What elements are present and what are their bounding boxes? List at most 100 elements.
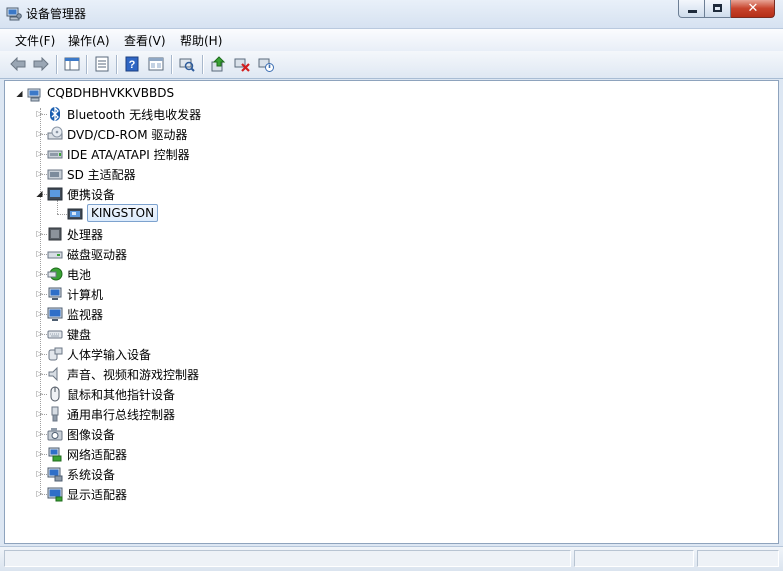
menu-help[interactable]: 帮助(H) — [180, 32, 222, 49]
tree-item-label[interactable]: 显示适配器 — [67, 486, 127, 503]
toolbar: ? — [0, 51, 783, 79]
tree-item[interactable]: ▷ 电池 — [5, 265, 765, 283]
tree-item-label[interactable]: Bluetooth 无线电收发器 — [67, 106, 201, 123]
status-bar — [0, 546, 783, 571]
tree-item-label[interactable]: 声音、视频和游戏控制器 — [67, 366, 199, 383]
tree-item[interactable]: ▷ 通用串行总线控制器 — [5, 405, 765, 423]
tree-child-item[interactable]: KINGSTON — [5, 204, 765, 223]
view-button[interactable] — [146, 55, 166, 73]
expand-arrow-icon[interactable]: ▷ — [35, 149, 44, 158]
tree-item-label[interactable]: 通用串行总线控制器 — [67, 406, 175, 423]
tree-item-label[interactable]: SD 主适配器 — [67, 166, 136, 183]
tree-item[interactable]: ◢ 便携设备 — [5, 185, 765, 203]
close-button[interactable]: ✕ — [731, 0, 775, 18]
update-driver-button[interactable] — [208, 55, 228, 73]
tree-item-label[interactable]: 监视器 — [67, 306, 103, 323]
disable-icon — [258, 58, 274, 72]
forward-button[interactable] — [31, 55, 51, 73]
expand-arrow-icon[interactable]: ▷ — [35, 229, 44, 238]
tree-item[interactable]: ▷ 处理器 — [5, 225, 765, 243]
scan-hardware-button[interactable] — [177, 55, 197, 73]
expand-arrow-icon[interactable]: ▷ — [35, 309, 44, 318]
usb-icon — [51, 406, 59, 422]
tree-item-label[interactable]: 处理器 — [67, 226, 103, 243]
maximize-button[interactable] — [705, 0, 731, 18]
computer-icon — [48, 287, 62, 300]
tree-item[interactable]: ▷ 网络适配器 — [5, 445, 765, 463]
tree-item-label[interactable]: 计算机 — [67, 286, 103, 303]
portable-device-icon — [47, 187, 63, 201]
tree-item[interactable]: ▷ SD 主适配器 — [5, 165, 765, 183]
expand-arrow-icon[interactable]: ▷ — [35, 109, 44, 118]
view-icon — [148, 57, 164, 71]
tree-item[interactable]: ▷ 人体学输入设备 — [5, 345, 765, 363]
tree-item-label[interactable]: 人体学输入设备 — [67, 346, 151, 363]
status-panel-middle — [574, 550, 694, 567]
menu-action[interactable]: 操作(A) — [68, 32, 110, 49]
expand-arrow-icon[interactable]: ▷ — [35, 409, 44, 418]
menu-view[interactable]: 查看(V) — [124, 32, 166, 49]
computer-root-icon — [27, 88, 41, 102]
collapse-arrow-icon[interactable]: ◢ — [15, 89, 24, 98]
show-hide-tree-icon — [64, 57, 80, 71]
tree-item-label[interactable]: CQBDHBHVKKVBBDS — [47, 86, 174, 100]
expand-arrow-icon[interactable]: ▷ — [35, 389, 44, 398]
tree-item-label[interactable]: KINGSTON — [87, 204, 159, 222]
tree-item[interactable]: ▷ 系统设备 — [5, 465, 765, 483]
tree-item[interactable]: ▷ Bluetooth 无线电收发器 — [5, 105, 765, 123]
tree-item[interactable]: ▷ IDE ATA/ATAPI 控制器 — [5, 145, 765, 163]
tree-item[interactable]: ▷ 键盘 — [5, 325, 765, 343]
expand-arrow-icon[interactable]: ▷ — [35, 289, 44, 298]
tree-item-label[interactable]: 系统设备 — [67, 466, 115, 483]
tree-root[interactable]: ◢ CQBDHBHVKKVBBDS — [5, 85, 765, 103]
expand-arrow-icon[interactable]: ▷ — [35, 469, 44, 478]
title-bar[interactable]: 设备管理器 ✕ — [0, 0, 783, 28]
tree-item-label[interactable]: 键盘 — [67, 326, 91, 343]
back-arrow-icon — [10, 57, 26, 71]
tree-item[interactable]: ▷ 鼠标和其他指针设备 — [5, 385, 765, 403]
expand-arrow-icon[interactable]: ▷ — [35, 489, 44, 498]
svg-text:?: ? — [129, 59, 136, 71]
uninstall-button[interactable] — [232, 55, 252, 73]
help-button[interactable]: ? — [122, 55, 142, 73]
tree-item-label[interactable]: 网络适配器 — [67, 446, 127, 463]
device-tree[interactable]: ◢ CQBDHBHVKKVBBDS ▷ Bluetooth 无线电收发器 ▷ DVD/CD… — [4, 80, 779, 544]
expand-arrow-icon[interactable]: ▷ — [35, 329, 44, 338]
back-button[interactable] — [8, 55, 28, 73]
tree-item-label[interactable]: 图像设备 — [67, 426, 115, 443]
expand-arrow-icon[interactable]: ▷ — [35, 449, 44, 458]
properties-button[interactable] — [92, 55, 112, 73]
processor-icon — [48, 227, 62, 241]
tree-item[interactable]: ▷ 显示适配器 — [5, 485, 765, 503]
expand-arrow-icon[interactable]: ▷ — [35, 369, 44, 378]
show-hide-tree-button[interactable] — [62, 55, 82, 73]
tree-item[interactable]: ▷ DVD/CD-ROM 驱动器 — [5, 125, 765, 143]
tree-item[interactable]: ▷ 计算机 — [5, 285, 765, 303]
tree-item-label[interactable]: 便携设备 — [67, 186, 115, 203]
tree-item-label[interactable]: 磁盘驱动器 — [67, 246, 127, 263]
menu-file[interactable]: 文件(F) — [15, 32, 55, 49]
status-panel-right — [697, 550, 779, 567]
tree-item-label[interactable]: 鼠标和其他指针设备 — [67, 386, 175, 403]
expand-arrow-icon[interactable]: ▷ — [35, 169, 44, 178]
expand-arrow-icon[interactable]: ▷ — [35, 249, 44, 258]
minimize-button[interactable] — [678, 0, 705, 18]
expand-arrow-icon[interactable]: ▷ — [35, 129, 44, 138]
tree-item[interactable]: ▷ 图像设备 — [5, 425, 765, 443]
tree-item[interactable]: ▷ 磁盘驱动器 — [5, 245, 765, 263]
tree-item[interactable]: ▷ 监视器 — [5, 305, 765, 323]
tree-item-label[interactable]: DVD/CD-ROM 驱动器 — [67, 126, 187, 143]
tree-item-label[interactable]: IDE ATA/ATAPI 控制器 — [67, 146, 190, 163]
monitor-icon — [47, 307, 63, 321]
close-icon: ✕ — [747, 1, 759, 16]
collapse-arrow-icon[interactable]: ◢ — [35, 189, 44, 198]
tree-item[interactable]: ▷ 声音、视频和游戏控制器 — [5, 365, 765, 383]
expand-arrow-icon[interactable]: ▷ — [35, 349, 44, 358]
expand-arrow-icon[interactable]: ▷ — [35, 269, 44, 278]
tree-item-label[interactable]: 电池 — [67, 266, 91, 283]
expand-arrow-icon[interactable]: ▷ — [35, 429, 44, 438]
sound-icon — [48, 366, 58, 382]
disable-button[interactable] — [256, 55, 276, 73]
hid-icon — [48, 347, 63, 361]
uninstall-icon — [234, 58, 250, 72]
